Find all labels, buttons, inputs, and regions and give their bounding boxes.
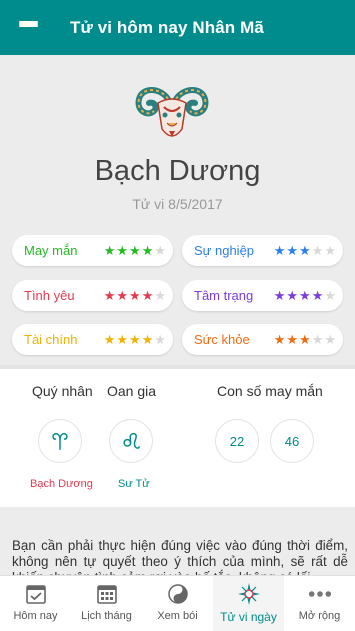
lucky-number-1: 22 bbox=[215, 419, 259, 463]
aries-symbol-icon bbox=[52, 432, 68, 450]
star-rating: ★ ★ ★ ★ ★ bbox=[274, 289, 336, 302]
tab-lich-thang[interactable]: Lịch tháng bbox=[71, 576, 142, 631]
star-filled-icon: ★ bbox=[129, 288, 141, 303]
leo-symbol-icon bbox=[123, 432, 140, 449]
menu-button[interactable] bbox=[0, 0, 56, 55]
star-empty-icon: ★ bbox=[311, 332, 324, 347]
star-filled-icon: ★ bbox=[103, 288, 116, 303]
tab-label: Xem bói bbox=[157, 610, 198, 622]
rating-label: Tình yêu bbox=[24, 288, 75, 303]
sign-header: Bạch Dương Tử vi 8/5/2017 bbox=[0, 55, 355, 225]
oan-gia-title: Oan gia bbox=[107, 383, 157, 399]
star-filled-icon: ★ bbox=[116, 243, 129, 258]
star-filled-icon: ★ bbox=[273, 288, 286, 303]
tab-tu-vi-ngay[interactable]: Tử vi ngày bbox=[213, 576, 284, 631]
quy-nhan-sign-label: Bạch Dương bbox=[30, 478, 93, 490]
star-filled-icon: ★ bbox=[286, 243, 299, 258]
horoscope-date: Tử vi 8/5/2017 bbox=[132, 196, 223, 212]
star-filled-icon: ★ bbox=[116, 332, 129, 347]
star-empty-icon: ★ bbox=[154, 288, 166, 303]
more-dots-icon bbox=[308, 582, 332, 606]
rating-label: Tài chính bbox=[24, 332, 78, 347]
rating-su-nghiep: Sự nghiệp ★ ★ ★ ★ ★ bbox=[182, 235, 343, 266]
star-filled-icon: ★ bbox=[299, 332, 311, 347]
tab-label: Lịch tháng bbox=[81, 610, 132, 622]
star-filled-icon: ★ bbox=[311, 288, 324, 303]
star-filled-icon: ★ bbox=[116, 288, 129, 303]
star-filled-icon: ★ bbox=[141, 288, 154, 303]
lucky-number-2: 46 bbox=[270, 419, 314, 463]
page-title: Tử vi hôm nay Nhân Mã bbox=[70, 17, 264, 37]
tab-mo-rong[interactable]: Mở rộng bbox=[284, 576, 355, 631]
star-empty-icon: ★ bbox=[324, 332, 336, 347]
tab-label: Hôm nay bbox=[13, 610, 58, 622]
star-filled-icon: ★ bbox=[286, 332, 299, 347]
star-filled-icon: ★ bbox=[299, 288, 311, 303]
horoscope-description: Bạn cần phải thực hiện đúng việc vào đún… bbox=[0, 507, 355, 575]
sign-name: Bạch Dương bbox=[94, 155, 261, 187]
bottom-tab-bar: Hôm nay Lịch tháng Xem bói Tử vi ngày Mở… bbox=[0, 575, 355, 631]
rating-suc-khoe: Sức khỏe ★ ★ ★ ★ ★ bbox=[182, 324, 343, 355]
hamburger-menu-icon bbox=[18, 20, 38, 35]
rating-label: Sự nghiệp bbox=[194, 243, 255, 258]
calendar-check-icon bbox=[24, 582, 48, 606]
compass-star-icon bbox=[237, 582, 261, 606]
rating-tai-chinh: Tài chính ★ ★ ★ ★ ★ bbox=[12, 324, 173, 355]
star-filled-icon: ★ bbox=[299, 243, 311, 258]
star-empty-icon: ★ bbox=[154, 243, 166, 258]
star-filled-icon: ★ bbox=[141, 332, 154, 347]
rating-label: Sức khỏe bbox=[194, 332, 250, 347]
rating-may-man: May mắn ★ ★ ★ ★ ★ bbox=[12, 235, 173, 266]
star-rating: ★ ★ ★ ★ ★ bbox=[104, 289, 166, 302]
oan-gia-sign-label: Sư Tử bbox=[118, 478, 150, 490]
star-empty-icon: ★ bbox=[154, 332, 166, 347]
yin-yang-icon bbox=[166, 582, 190, 606]
star-empty-icon: ★ bbox=[324, 243, 336, 258]
oan-gia-sign-button[interactable] bbox=[109, 419, 153, 463]
star-filled-icon: ★ bbox=[273, 243, 286, 258]
tab-hom-nay[interactable]: Hôm nay bbox=[0, 576, 71, 631]
rating-tinh-yeu: Tình yêu ★ ★ ★ ★ ★ bbox=[12, 280, 173, 311]
lucky-number-title: Con số may mắn bbox=[217, 383, 323, 399]
star-filled-icon: ★ bbox=[141, 243, 154, 258]
star-filled-icon: ★ bbox=[129, 332, 141, 347]
star-filled-icon: ★ bbox=[129, 243, 141, 258]
star-empty-icon: ★ bbox=[311, 243, 324, 258]
tab-xem-boi[interactable]: Xem bói bbox=[142, 576, 213, 631]
quy-nhan-title: Quý nhân bbox=[32, 383, 93, 399]
star-filled-icon: ★ bbox=[103, 332, 116, 347]
star-rating: ★ ★ ★ ★ ★ bbox=[274, 244, 336, 257]
calendar-grid-icon bbox=[95, 582, 119, 606]
tab-label: Mở rộng bbox=[298, 610, 341, 622]
star-filled-icon: ★ bbox=[273, 332, 286, 347]
tab-label: Tử vi ngày bbox=[220, 610, 277, 624]
star-rating: ★ ★ ★ ★ ★ bbox=[274, 333, 336, 346]
rating-label: Tâm trạng bbox=[194, 288, 254, 303]
star-filled-icon: ★ bbox=[103, 243, 116, 258]
app-bar: Tử vi hôm nay Nhân Mã bbox=[0, 0, 355, 55]
star-filled-icon: ★ bbox=[286, 288, 299, 303]
star-empty-icon: ★ bbox=[324, 288, 336, 303]
rating-tam-trang: Tâm trạng ★ ★ ★ ★ ★ bbox=[182, 280, 343, 311]
quy-nhan-sign-button[interactable] bbox=[38, 419, 82, 463]
star-rating: ★ ★ ★ ★ ★ bbox=[104, 244, 166, 257]
relations-section: Quý nhân Oan gia Con số may mắn 22 46 Bạ… bbox=[0, 369, 355, 507]
aries-ram-illustration bbox=[135, 87, 209, 137]
rating-label: May mắn bbox=[24, 243, 78, 258]
star-rating: ★ ★ ★ ★ ★ bbox=[104, 333, 166, 346]
description-text: Bạn cần phải thực hiện đúng việc vào đún… bbox=[12, 538, 348, 575]
